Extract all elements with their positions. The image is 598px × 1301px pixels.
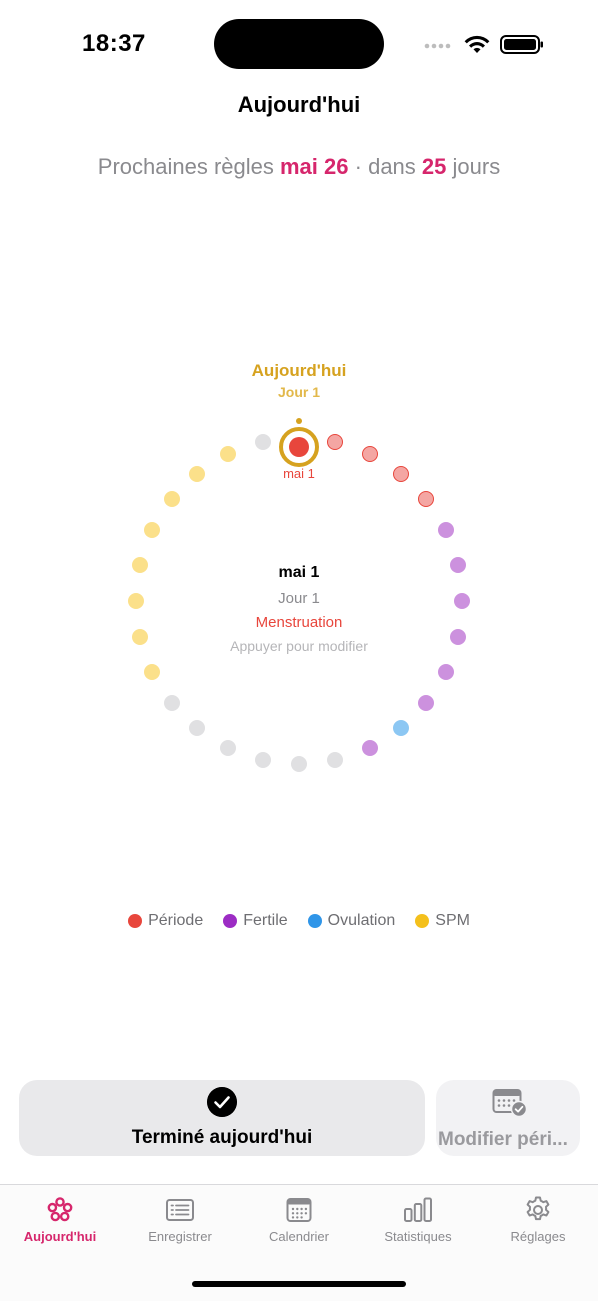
gear-icon [526,1196,550,1221]
cycle-day-dot[interactable] [449,629,466,646]
cycle-day-dot[interactable] [327,434,344,451]
flower-icon [47,1197,73,1222]
tab-label: Enregistrer [148,1229,212,1244]
today-day-label: Jour 1 [277,384,320,400]
cycle-day-dot[interactable] [220,446,237,463]
tab-statistics[interactable]: Statistiques [358,1195,478,1244]
signal-icon [424,43,451,49]
cycle-day-dot[interactable] [144,663,161,680]
separator-dot: · [354,154,362,179]
cycle-day-dot[interactable] [189,465,206,482]
detail-phase: Menstruation [255,614,343,631]
tab-label: Statistiques [384,1229,452,1244]
legend-label: Période [148,912,204,929]
status-icons [424,35,543,54]
done-today-button[interactable]: Terminé aujourd'hui [19,1080,425,1156]
cycle-day-dot[interactable] [437,522,454,539]
calendar-icon [286,1198,312,1222]
cycle-day-dot[interactable] [291,756,307,772]
legend-item-pms: SPM [415,912,470,930]
today-date-label: mai 1 [283,466,315,481]
legend-label: SPM [435,912,470,929]
legend-dot-pms [415,914,430,928]
edit-period-button[interactable]: Modifier péri... [436,1080,580,1156]
page-title: Aujourd'hui [237,92,361,117]
detail-day: Jour 1 [278,590,320,607]
home-indicator [192,1281,406,1287]
cycle-day-dot[interactable] [163,694,180,711]
detail-date: mai 1 [278,564,320,581]
tab-label: Réglages [510,1229,566,1244]
tab-log[interactable]: Enregistrer [120,1195,240,1244]
cycle-day-dot[interactable] [144,522,161,539]
battery-icon [500,35,543,54]
tab-calendar[interactable]: Calendrier [239,1195,359,1244]
edit-period-label: Modifier péri... [438,1129,568,1150]
cycle-day-dot[interactable] [392,465,409,482]
today-label: Aujourd'hui [251,361,347,380]
detail-hint: Appuyer pour modifier [230,638,368,654]
tab-label: Aujourd'hui [23,1229,97,1244]
tab-today[interactable]: Aujourd'hui [0,1195,120,1244]
cycle-day-dot[interactable] [128,593,144,609]
done-today-label: Terminé aujourd'hui [131,1127,313,1148]
legend-item-period: Période [128,912,203,930]
today-marker[interactable] [279,427,319,467]
next-period-label: Prochaines règles [97,154,274,179]
next-period-line: Prochaines règles mai 26 · dans 25 jours [0,154,598,180]
cycle-day-dot[interactable] [132,629,149,646]
tab-settings[interactable]: Réglages [478,1195,598,1244]
cycle-day-dot[interactable] [361,446,378,463]
legend-item-fertile: Fertile [223,912,288,930]
in-label: dans [368,154,416,179]
wifi-icon [464,35,490,53]
calendar-check-icon [492,1089,528,1118]
legend-dot-period [128,914,143,928]
legend-label: Fertile [243,912,288,929]
legend-label: Ovulation [327,912,396,929]
bar-chart-icon [404,1197,432,1222]
cycle-day-dot[interactable] [392,720,409,737]
cycle-day-dot[interactable] [254,434,271,451]
cycle-day-dot[interactable] [189,720,206,737]
cycle-day-dot[interactable] [163,491,180,508]
cycle-day-dot[interactable] [220,739,237,756]
legend-dot-ovulation [307,914,322,928]
phase-legend: Période Fertile Ovulation SPM [0,912,598,930]
cycle-day-dot[interactable] [327,751,344,768]
days-count: 25 [421,154,447,179]
cycle-day-dot[interactable] [454,593,470,609]
status-time: 18:37 [82,30,146,57]
day-detail[interactable]: mai 1 Jour 1 Menstruation Appuyer pour m… [149,564,449,660]
cycle-day-dot[interactable] [449,556,466,573]
cycle-day-dot[interactable] [132,556,149,573]
checkmark-circle-icon [207,1087,237,1117]
cycle-day-dot[interactable] [361,739,378,756]
today-period-dot [289,437,309,457]
today-pin [296,418,302,424]
list-icon [166,1199,194,1221]
days-label: jours [452,154,501,179]
next-period-date: mai 26 [280,154,349,179]
dynamic-island [214,19,384,69]
cycle-day-dot[interactable] [418,694,435,711]
cycle-day-dot[interactable] [418,491,435,508]
cycle-day-dot[interactable] [437,663,454,680]
tab-label: Calendrier [269,1229,329,1244]
legend-item-ovulation: Ovulation [307,912,396,930]
legend-dot-fertile [223,914,238,928]
cycle-day-dot[interactable] [254,751,271,768]
